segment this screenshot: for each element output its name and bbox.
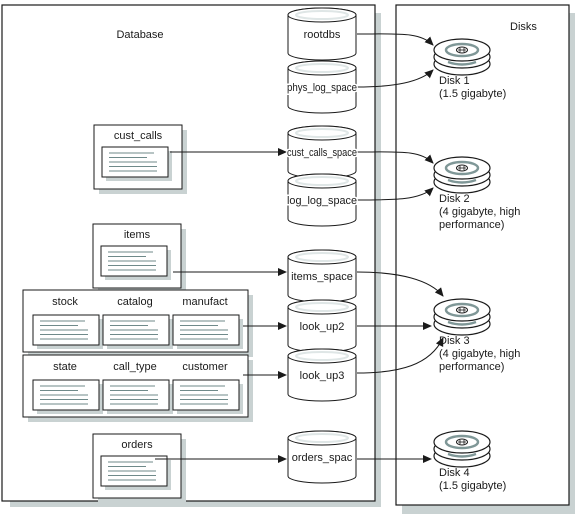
dbspace-phys_log_space[interactable]: phys_log_space [286, 60, 359, 114]
table-label: items [124, 229, 151, 241]
table-label: orders [121, 439, 153, 451]
table-label: catalog [117, 296, 152, 308]
storage-diagram: Database Disks cust_callsitems stock catal… [1, 4, 575, 514]
dbspace-label: log_log_space [287, 195, 357, 207]
dbspace-label: orders_spac [292, 452, 353, 464]
disk-name: Disk 3 [439, 335, 470, 347]
disk-description: (1.5 gigabyte) [439, 480, 506, 492]
table-label: call_type [113, 361, 156, 373]
dbspace-label: phys_log_space [287, 82, 357, 94]
table-label: manufact [182, 296, 227, 308]
dbspace-cust_calls_space[interactable]: cust_calls_space [286, 125, 359, 179]
dbspace-rootdbs[interactable]: rootdbs [287, 7, 357, 61]
disk-description: performance) [439, 219, 504, 231]
dbspace-label: look_up3 [300, 370, 345, 382]
dbspace-look_up2[interactable]: look_up2 [287, 299, 357, 353]
dbspace-label: items_space [291, 271, 353, 283]
table-orders[interactable]: orders [92, 433, 186, 503]
dbspace-items_space[interactable]: items_space [287, 249, 357, 303]
dbspace-log_log_space[interactable]: log_log_space [286, 173, 359, 227]
disk-description: (4 gigabyte, high [439, 348, 520, 360]
table-group-state-calltype-customer[interactable]: state call_type customer [22, 354, 253, 422]
disk-description: (4 gigabyte, high [439, 206, 520, 218]
table-label: customer [182, 361, 228, 373]
dbspace-look_up3[interactable]: look_up3 [287, 348, 357, 402]
dbspace-label: rootdbs [304, 29, 341, 41]
disk-description: performance) [439, 361, 504, 373]
table-label: state [53, 361, 77, 373]
dbspace-label: look_up2 [300, 321, 345, 333]
database-title: Database [116, 29, 163, 41]
disks-title: Disks [510, 21, 537, 33]
disk-name: Disk 4 [439, 467, 470, 479]
disk-name: Disk 2 [439, 193, 470, 205]
table-cust_calls[interactable]: cust_calls [93, 124, 187, 194]
dbspace-orders_spac[interactable]: orders_spac [287, 430, 357, 484]
disk-name: Disk 1 [439, 75, 470, 87]
table-label: cust_calls [114, 130, 163, 142]
table-group-stock-catalog-manufact[interactable]: stock catalog manufact [22, 289, 253, 357]
table-items[interactable]: items [92, 223, 186, 293]
disks-panel-frame [395, 4, 570, 506]
dbspace-label: cust_calls_space [287, 147, 357, 159]
disk-description: (1.5 gigabyte) [439, 88, 506, 100]
table-label: stock [52, 296, 78, 308]
